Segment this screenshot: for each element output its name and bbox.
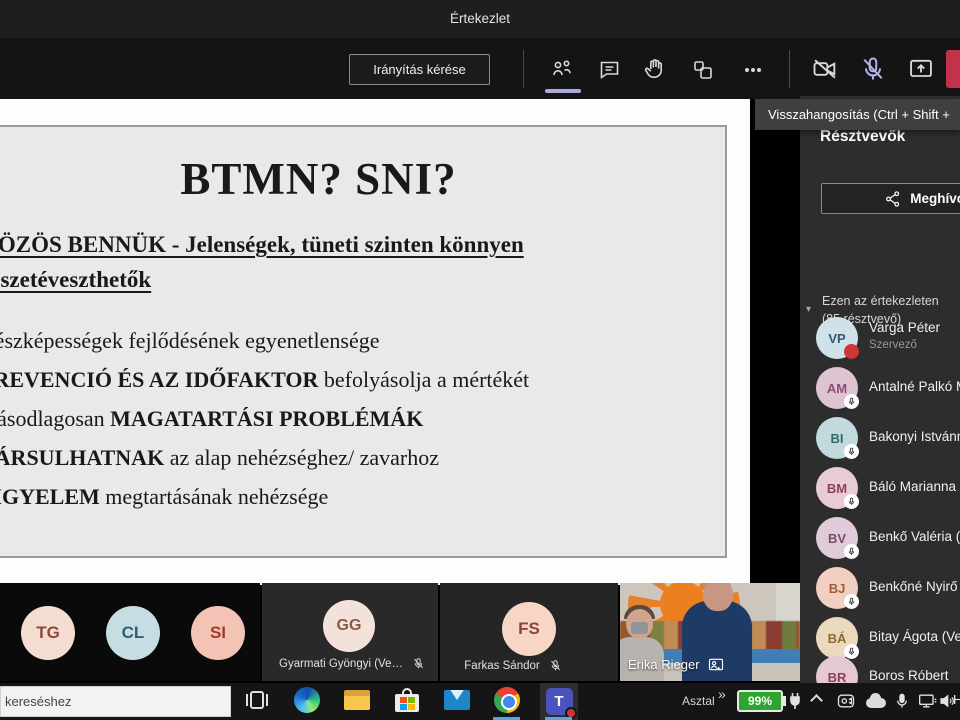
meeting-title: Értekezlet [449,11,511,26]
teams-taskbar-button[interactable]: T [540,683,578,720]
mic-muted-badge [844,444,859,459]
participants-header: Résztvevők [820,128,906,145]
avatar: CL [106,606,160,660]
shared-presentation-area: BTMN? SNI? KÖZÖS BENNÜK - Jelenségek, tü… [0,99,750,585]
participant-row[interactable]: VP Varga Péter Szervező [800,313,960,363]
participants-active-indicator [545,89,581,93]
presence-busy-badge [844,344,859,359]
desktop-toolbar-label[interactable]: Asztal [682,694,715,708]
battery-indicator[interactable]: 99% [737,690,783,712]
video-badge-icon [708,658,723,671]
share-screen-icon[interactable] [904,53,938,85]
audio-participants-tile[interactable]: TG CL SI [0,583,260,681]
avatar: TG [21,606,75,660]
window-title-bar: Értekezlet [0,0,960,38]
teams-meeting-window: Értekezlet Irányítás kérése BTMN? SNI? K… [0,0,960,720]
mic-muted-badge [844,594,859,609]
toolbar-divider [523,50,524,88]
share-icon [886,190,900,207]
slide-bullet: FIGYELEM megtartásának nehézsége [0,484,329,509]
onedrive-icon[interactable] [864,693,888,709]
more-options-icon[interactable] [736,55,770,85]
participant-tile-gyarmati[interactable]: GG Gyarmati Gyöngyi (Ve… [262,583,438,681]
microsoft-store-icon[interactable] [388,683,426,717]
participant-name-label: Farkas Sándor [448,659,578,672]
tray-chevron-up-icon[interactable] [810,694,823,707]
participant-row[interactable]: BV Benkő Valéria (V [800,513,960,563]
slide-title: BTMN? SNI? [180,154,457,204]
mail-icon[interactable] [438,683,476,717]
presentation-slide: BTMN? SNI? KÖZÖS BENNÜK - Jelenségek, tü… [0,125,727,558]
toolbar-divider [789,50,790,88]
slide-bullet: TÁRSULHATNAK az alap nehézséghez/ zavarh… [0,445,440,470]
participant-name-label: Gyarmati Gyöngyi (Ve… [270,657,434,670]
raise-hand-icon[interactable] [640,53,672,85]
slide-bullet: Részképességek fejlődésének egyenetlensé… [0,328,380,353]
mic-muted-badge [844,494,859,509]
participant-row[interactable]: BI Bakonyi Istvánné [800,413,960,463]
power-plug-icon [787,691,803,711]
participant-row[interactable]: AM Antalné Palkó M [800,363,960,413]
participant-row[interactable]: BJ Benkőné Nyirő J [800,563,960,613]
meet-now-icon[interactable] [836,691,856,711]
request-control-button[interactable]: Irányítás kérése [349,54,490,85]
video-tile-erika[interactable]: Erika Rieger [620,583,800,681]
organizer-label: Szervező [869,339,917,351]
slide-bullets: Részképességek fejlődésének egyenetlensé… [0,321,725,516]
teams-icon: T [545,688,577,719]
chrome-icon[interactable] [488,683,526,717]
mic-muted-icon [550,660,560,671]
mic-muted-badge [844,544,859,559]
avatar: FS [502,602,556,656]
participants-panel: Résztvevők Meghívó ▾ Ezen az értekezlete… [800,96,960,698]
camera-off-icon[interactable] [808,53,842,85]
unmute-tooltip: Visszahangosítás (Ctrl + Shift + [755,99,960,130]
avatar: SI [191,606,245,660]
edge-icon[interactable] [288,683,326,717]
share-invite-button[interactable]: Meghívó [821,183,960,214]
slide-bullet: másodlagosan MAGATARTÁSI PROBLÉMÁK [0,406,424,431]
breakout-rooms-icon[interactable] [687,55,719,85]
leave-button[interactable] [946,50,960,88]
participants-icon[interactable] [546,55,578,85]
mic-muted-badge [844,394,859,409]
slide-bullet: PREVENCIÓ ÉS AZ IDŐFAKTOR befolyásolja a… [0,367,530,392]
task-view-icon[interactable] [238,683,276,717]
mic-muted-icon [414,658,423,669]
participant-row[interactable]: BM Báló Marianna (V [800,463,960,513]
tray-microphone-icon[interactable] [894,691,910,711]
slide-heading: KÖZÖS BENNÜK - Jelenségek, tüneti szinte… [0,232,524,292]
meeting-toolbar: Irányítás kérése [0,38,960,99]
chat-icon[interactable] [593,55,625,85]
participant-tile-farkas[interactable]: FS Farkas Sándor [440,583,618,681]
network-icon[interactable] [918,692,938,710]
toolbar-overflow-chevron[interactable]: » [718,686,726,702]
mic-muted-icon[interactable] [856,53,890,85]
windows-taskbar: kereséshez T Asztal » 99% H [0,683,960,720]
avatar: GG [323,600,375,652]
participant-name-label: Erika Rieger [628,657,724,672]
language-indicator[interactable]: H [953,692,960,707]
taskbar-search-input[interactable]: kereséshez [0,686,231,717]
file-explorer-icon[interactable] [338,683,376,717]
